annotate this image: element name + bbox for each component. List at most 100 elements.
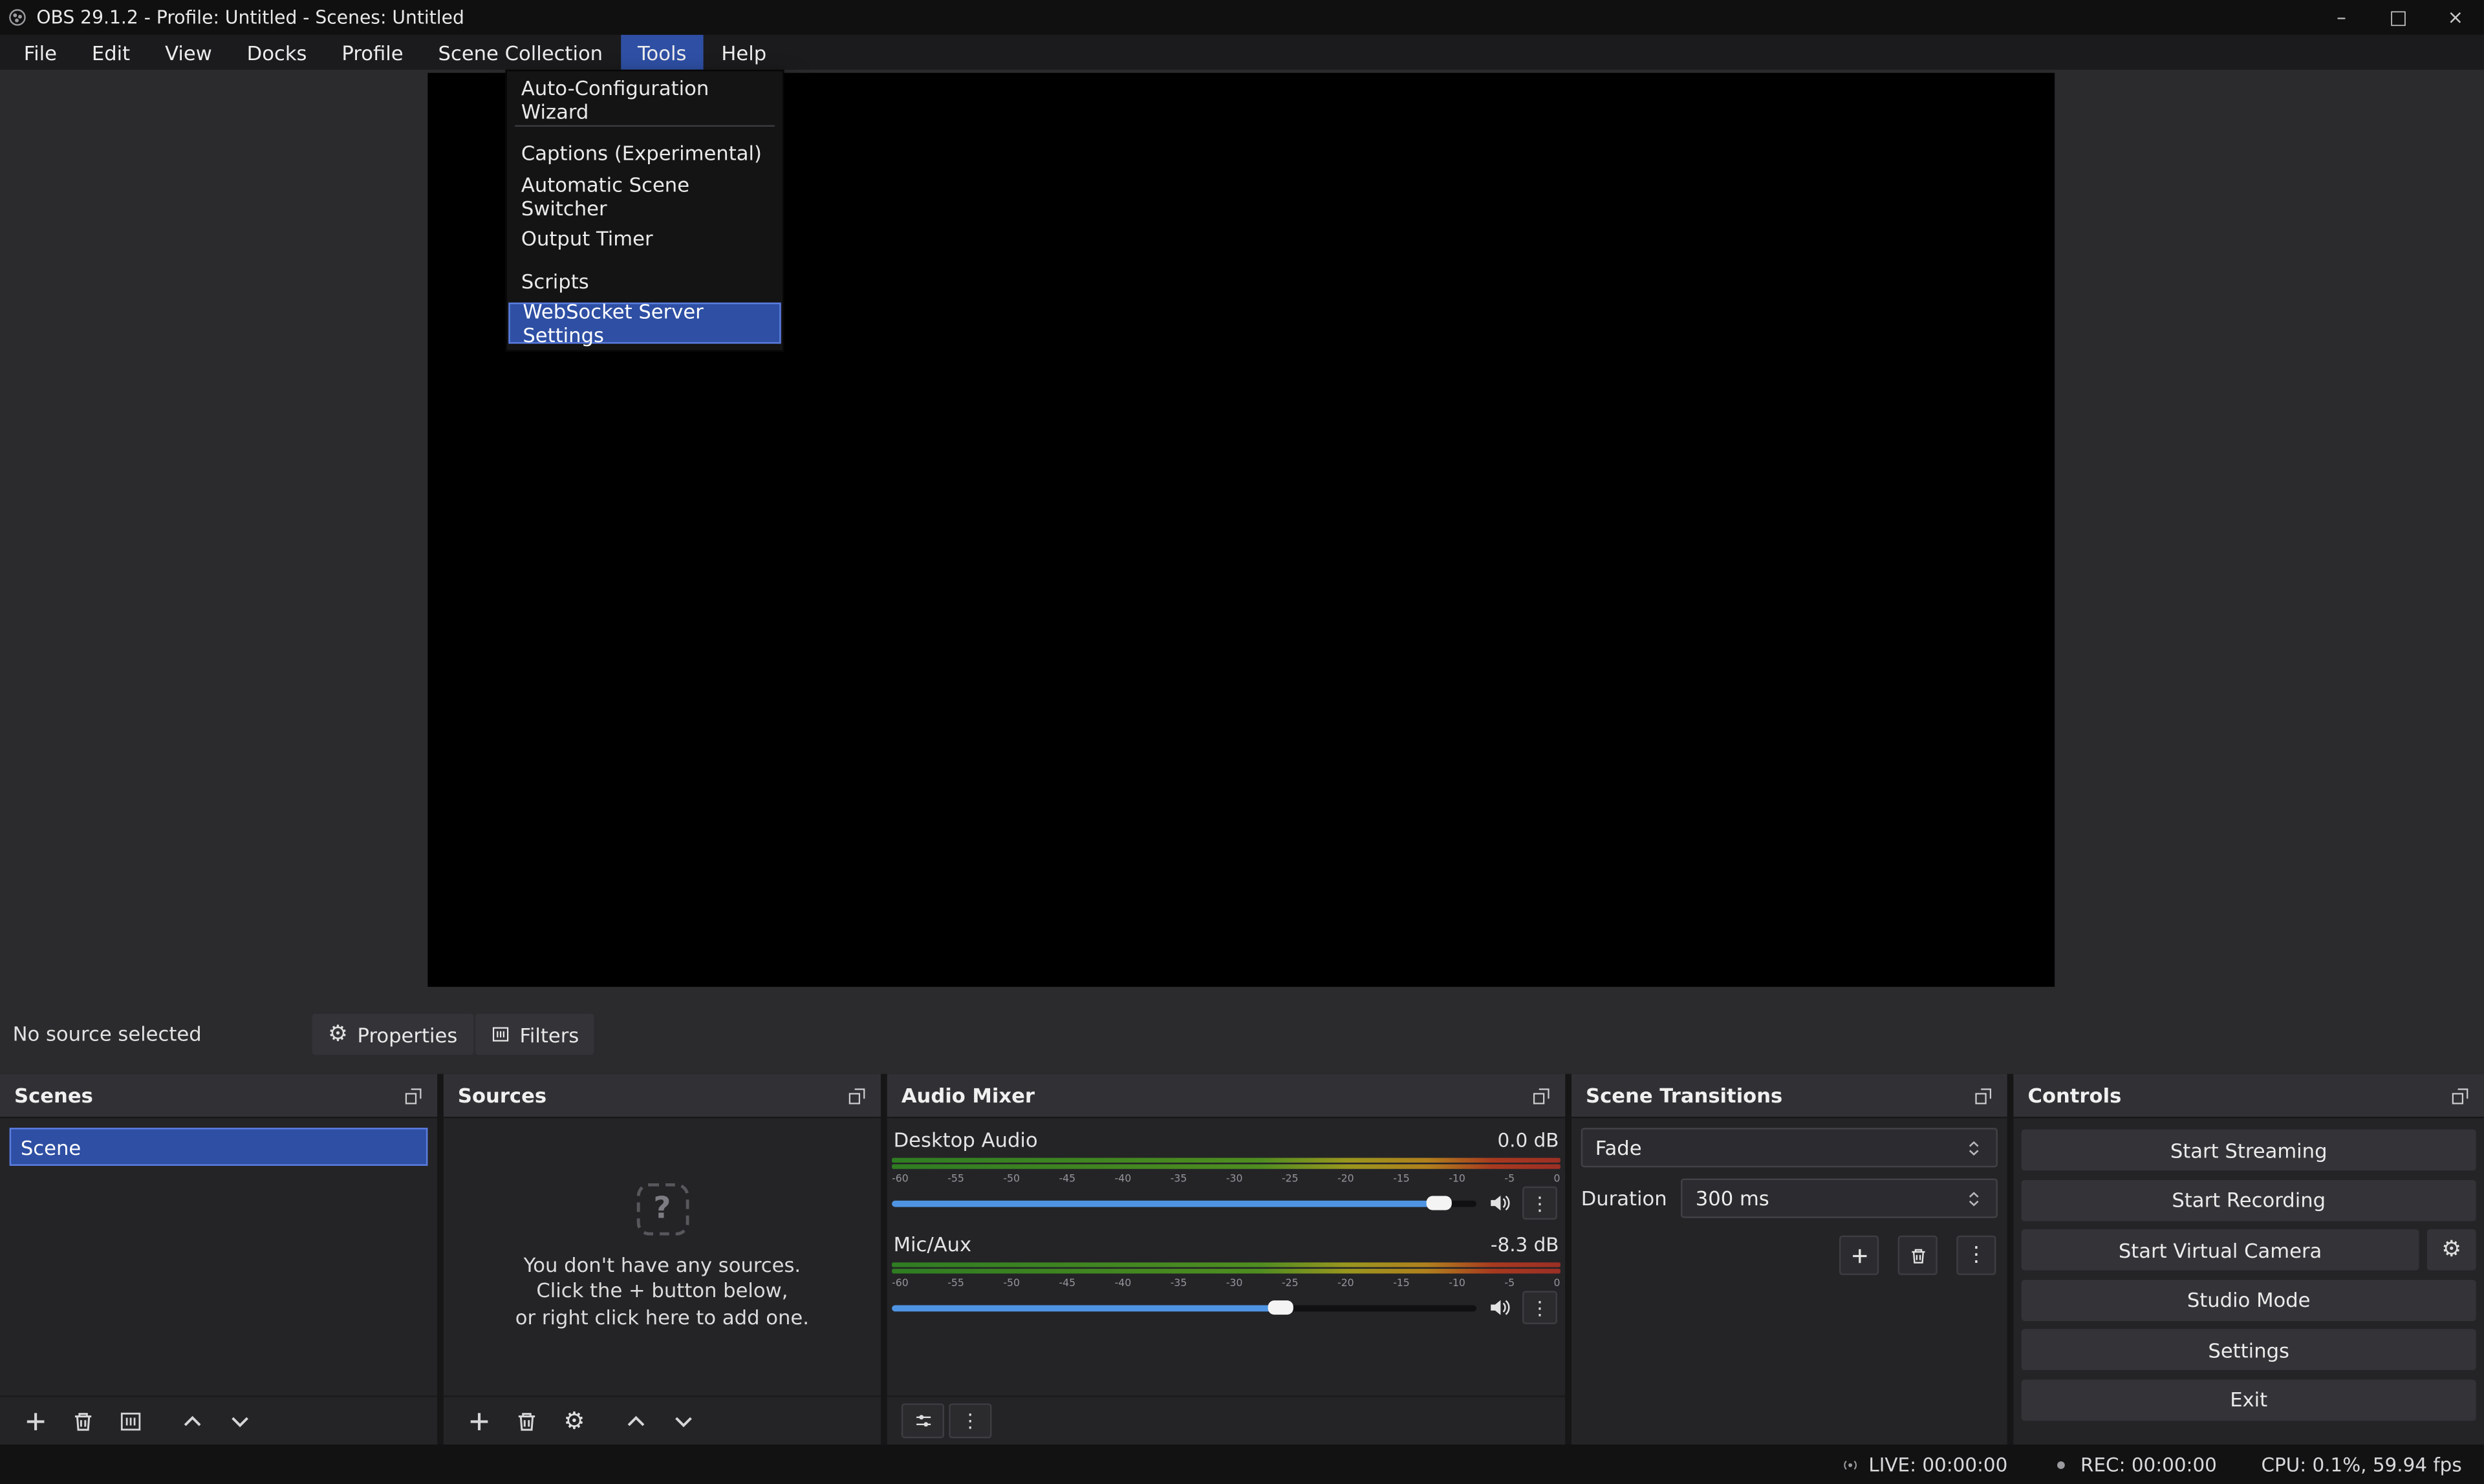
meter-bar-left <box>892 1158 1561 1163</box>
start-virtual-camera-button[interactable]: Start Virtual Camera <box>2022 1229 2419 1271</box>
menu-separator <box>515 125 775 127</box>
scene-transitions-panel: Scene Transitions Fade Duration 300 ms <box>1571 1074 2007 1445</box>
popout-icon[interactable] <box>2451 1086 2470 1104</box>
transition-select[interactable]: Fade <box>1581 1128 1998 1167</box>
remove-scene-button[interactable] <box>62 1402 105 1440</box>
filters-icon <box>491 1025 510 1044</box>
sources-list-empty[interactable]: ? You don't have any sources. Click the … <box>444 1118 881 1395</box>
transition-selected-value: Fade <box>1595 1135 1642 1159</box>
cpu-fps-text: CPU: 0.1%, 59.94 fps <box>2261 1454 2461 1476</box>
scenes-list[interactable]: Scene <box>0 1118 437 1395</box>
menu-scene-collection[interactable]: Scene Collection <box>421 35 620 70</box>
menu-view[interactable]: View <box>147 35 230 70</box>
meter-scale: -60-55-50-45-40-35-30-25-20-15-10-50 <box>892 1172 1561 1185</box>
live-time: LIVE: 00:00:00 <box>1868 1454 2007 1476</box>
audio-mixer-body: Desktop Audio 0.0 dB -60-55-50-45-40-35-… <box>887 1118 1565 1395</box>
gear-icon: ⚙ <box>2441 1239 2461 1261</box>
volume-slider[interactable] <box>892 1293 1476 1323</box>
tools-menu-captions[interactable]: Captions (Experimental) <box>507 131 783 174</box>
move-scene-down-button[interactable] <box>219 1402 261 1440</box>
virtual-camera-config-button[interactable]: ⚙ <box>2427 1229 2476 1271</box>
properties-label: Properties <box>358 1022 458 1046</box>
properties-button[interactable]: ⚙ Properties <box>312 1014 473 1055</box>
tools-dropdown-menu: Auto-Configuration Wizard Captions (Expe… <box>505 70 784 352</box>
slider-fill <box>892 1305 1284 1311</box>
studio-mode-button[interactable]: Studio Mode <box>2022 1279 2476 1320</box>
settings-button[interactable]: Settings <box>2022 1329 2476 1370</box>
move-source-down-button[interactable] <box>662 1402 705 1440</box>
speaker-icon[interactable] <box>1487 1296 1511 1320</box>
menu-profile[interactable]: Profile <box>324 35 420 70</box>
menu-tools[interactable]: Tools <box>620 35 704 70</box>
scene-list-item-selected[interactable]: Scene <box>10 1128 428 1166</box>
duration-row: Duration 300 ms <box>1581 1179 1998 1218</box>
record-dot-icon <box>2052 1455 2071 1474</box>
mixer-channel-mic-aux: Mic/Aux -8.3 dB -60-55-50-45-40-35-30-25… <box>892 1232 1561 1323</box>
sources-empty-line: You don't have any sources. <box>515 1253 809 1278</box>
speaker-icon[interactable] <box>1487 1191 1511 1215</box>
status-bar: LIVE: 00:00:00 REC: 00:00:00 CPU: 0.1%, … <box>0 1445 2484 1484</box>
menu-docks[interactable]: Docks <box>230 35 325 70</box>
source-properties-button[interactable]: ⚙ <box>553 1402 596 1440</box>
channel-options-button[interactable]: ⋮ <box>1522 1187 1557 1220</box>
popout-icon[interactable] <box>404 1086 423 1104</box>
transition-options-button[interactable]: ⋮ <box>1956 1236 1996 1275</box>
advanced-audio-button[interactable] <box>902 1403 944 1438</box>
menu-help[interactable]: Help <box>704 35 784 70</box>
channel-level: 0.0 dB <box>1497 1130 1559 1152</box>
meter-bar-right <box>892 1269 1561 1273</box>
controls-panel: Controls Start Streaming Start Recording… <box>2013 1074 2484 1445</box>
popout-icon[interactable] <box>1974 1086 1993 1104</box>
audio-meter <box>892 1158 1561 1169</box>
remove-source-button[interactable] <box>505 1402 548 1440</box>
remove-transition-button[interactable] <box>1898 1236 1938 1275</box>
volume-row: ⋮ <box>892 1293 1561 1323</box>
sources-header: Sources <box>444 1074 881 1119</box>
mixer-options-button[interactable]: ⋮ <box>949 1403 991 1438</box>
menu-file[interactable]: File <box>6 35 74 70</box>
popout-icon[interactable] <box>1532 1086 1551 1104</box>
broadcast-icon <box>1840 1455 1859 1474</box>
tools-menu-auto-config-wizard[interactable]: Auto-Configuration Wizard <box>507 78 783 120</box>
move-scene-up-button[interactable] <box>171 1402 214 1440</box>
channel-name: Desktop Audio <box>894 1128 1038 1152</box>
duration-spinbox[interactable]: 300 ms <box>1681 1179 1998 1218</box>
tools-menu-websocket-server-settings[interactable]: WebSocket Server Settings <box>508 303 781 344</box>
volume-slider[interactable] <box>892 1188 1476 1218</box>
scene-transitions-header: Scene Transitions <box>1571 1074 2007 1119</box>
channel-name: Mic/Aux <box>894 1232 972 1256</box>
channel-options-button[interactable]: ⋮ <box>1522 1291 1557 1324</box>
tools-menu-output-timer[interactable]: Output Timer <box>507 217 783 260</box>
add-scene-button[interactable] <box>14 1402 57 1440</box>
slider-handle[interactable] <box>1268 1300 1293 1315</box>
sources-panel: Sources ? You don't have any sources. Cl… <box>444 1074 881 1445</box>
maximize-button[interactable]: □ <box>2370 0 2427 35</box>
minimize-button[interactable]: – <box>2313 0 2370 35</box>
close-button[interactable]: × <box>2427 0 2484 35</box>
rec-time: REC: 00:00:00 <box>2080 1454 2217 1476</box>
scene-filters-button[interactable] <box>109 1402 152 1440</box>
gear-icon: ⚙ <box>563 1409 585 1433</box>
add-transition-button[interactable] <box>1839 1236 1879 1275</box>
tools-menu-scripts[interactable]: Scripts <box>507 260 783 303</box>
virtual-camera-row: Start Virtual Camera ⚙ <box>2022 1229 2476 1271</box>
menu-edit[interactable]: Edit <box>74 35 147 70</box>
sources-empty-line: Click the + button below, <box>515 1278 809 1304</box>
cpu-stats: CPU: 0.1%, 59.94 fps <box>2261 1454 2461 1476</box>
scene-transitions-body: Fade Duration 300 ms ⋮ <box>1571 1118 2007 1445</box>
audio-mixer-header: Audio Mixer <box>887 1074 1565 1119</box>
channel-header: Mic/Aux -8.3 dB <box>892 1232 1561 1256</box>
duration-value: 300 ms <box>1696 1187 1769 1210</box>
filters-label: Filters <box>519 1022 579 1046</box>
rec-status: REC: 00:00:00 <box>2052 1454 2217 1476</box>
slider-handle[interactable] <box>1426 1196 1451 1210</box>
chevron-up-down-icon <box>1965 1138 1983 1157</box>
start-recording-button[interactable]: Start Recording <box>2022 1179 2476 1221</box>
tools-menu-auto-scene-switcher[interactable]: Automatic Scene Switcher <box>507 174 783 217</box>
popout-icon[interactable] <box>848 1086 867 1104</box>
add-source-button[interactable] <box>458 1402 501 1440</box>
filters-button[interactable]: Filters <box>475 1014 595 1055</box>
move-source-up-button[interactable] <box>614 1402 657 1440</box>
start-streaming-button[interactable]: Start Streaming <box>2022 1130 2476 1171</box>
exit-button[interactable]: Exit <box>2022 1379 2476 1420</box>
